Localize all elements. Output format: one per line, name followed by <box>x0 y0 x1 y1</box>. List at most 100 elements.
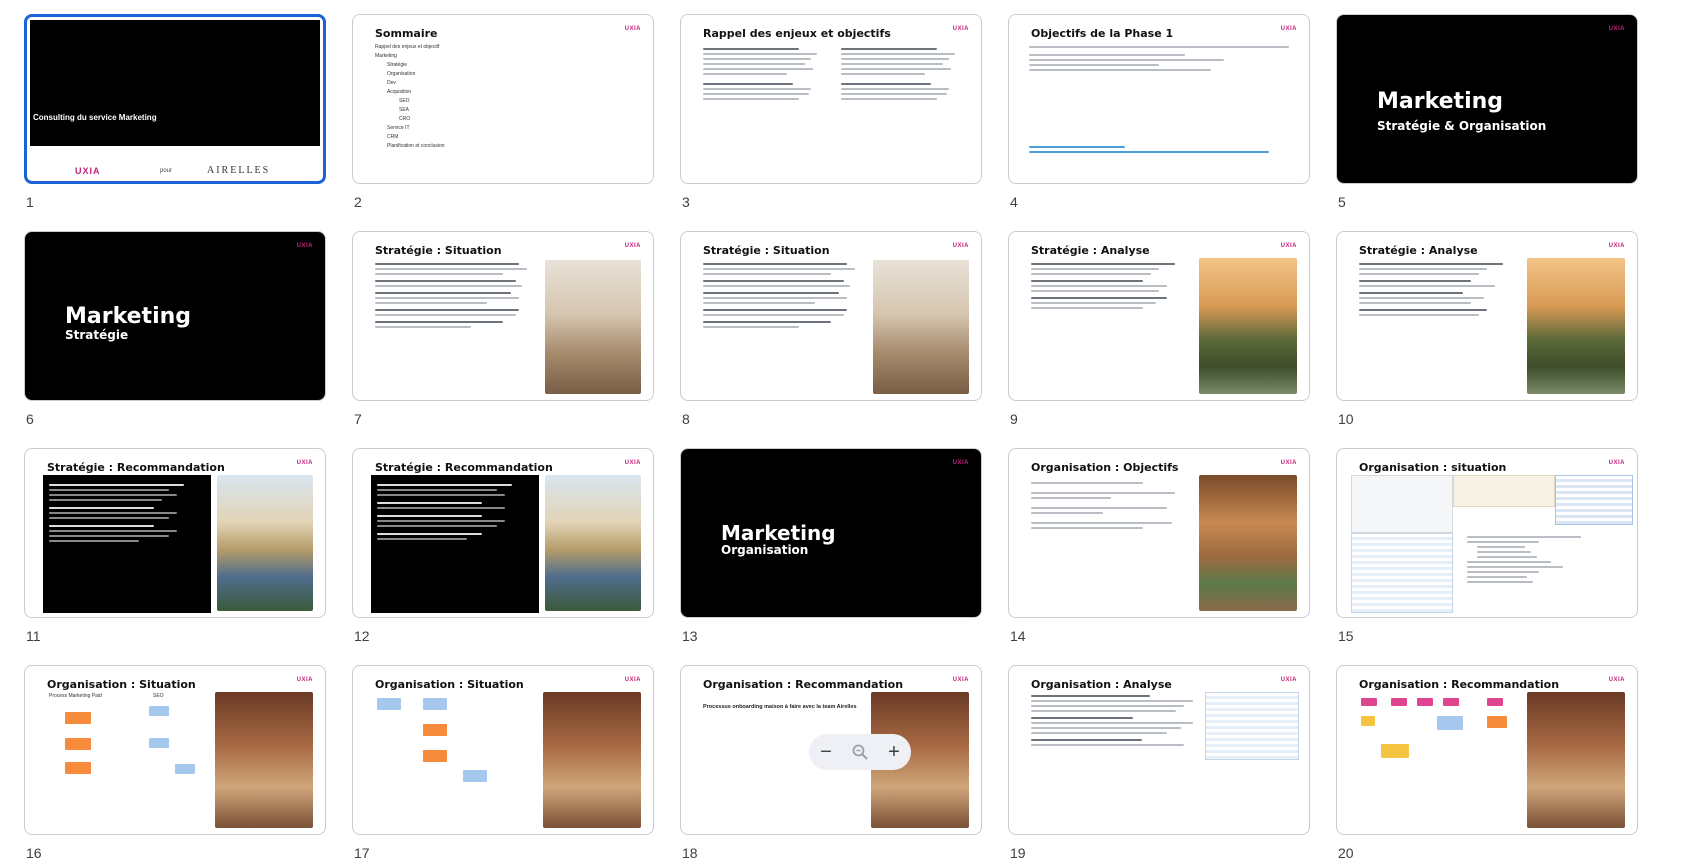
flow-box <box>149 706 169 716</box>
uxia-logo: UXIA <box>1280 26 1297 32</box>
uxia-logo: UXIA <box>296 677 313 683</box>
interior-photo <box>1199 475 1297 611</box>
text-block <box>1467 533 1587 586</box>
sommaire-item: Service IT <box>387 125 410 131</box>
slide-3-frame[interactable]: Rappel des enjeux et objectifs UXIA <box>680 14 982 184</box>
slide-5-frame[interactable]: UXIA Marketing Stratégie & Organisation <box>1336 14 1638 184</box>
text-block <box>1031 260 1191 312</box>
uxia-logo: UXIA <box>624 243 641 249</box>
slide-title: Stratégie : Situation <box>703 244 830 257</box>
flow-box <box>377 698 401 710</box>
recommendation-box <box>371 475 539 613</box>
uxia-logo: UXIA <box>624 26 641 32</box>
flow-box <box>1487 698 1503 706</box>
flow-box <box>423 724 447 736</box>
text-block <box>1029 43 1289 74</box>
uxia-logo: UXIA <box>952 26 969 32</box>
zoom-in-button[interactable]: + <box>881 739 907 765</box>
slide-8-frame[interactable]: Stratégie : Situation UXIA <box>680 231 982 401</box>
flow-box <box>1381 744 1409 758</box>
uxia-logo: UXIA <box>296 243 313 249</box>
spreadsheet-image <box>1555 475 1633 525</box>
chateau-photo <box>217 475 313 611</box>
flow-box <box>1437 716 1463 730</box>
sommaire-item: Rappel des enjeux et objectif <box>375 44 440 50</box>
slide-grid: Consulting du service Marketing UXIA pou… <box>0 0 1708 861</box>
section-title: Marketing <box>65 304 192 329</box>
org-chart-image <box>1351 475 1453 533</box>
flow-box <box>423 750 447 762</box>
sommaire-item: CRM <box>387 134 399 140</box>
slide-number: 3 <box>682 194 690 210</box>
slide-title: Organisation : Situation <box>375 678 524 691</box>
sommaire-item: Planification et conclusion <box>387 143 445 149</box>
slide-10-frame[interactable]: Stratégie : Analyse UXIA <box>1336 231 1638 401</box>
slide-number: 19 <box>1010 845 1026 861</box>
slide-7-frame[interactable]: Stratégie : Situation UXIA <box>352 231 654 401</box>
flow-box <box>463 770 487 782</box>
slide-number: 14 <box>1010 628 1026 644</box>
flow-box <box>149 738 169 748</box>
slide-number: 17 <box>354 845 370 861</box>
slide-14-frame[interactable]: Organisation : Objectifs UXIA <box>1008 448 1310 618</box>
slide-title: Organisation : Recommandation <box>1359 678 1560 691</box>
text-block <box>1031 479 1191 532</box>
slide-title: Sommaire <box>375 27 438 40</box>
slide-title: Organisation : Objectifs <box>1031 461 1179 474</box>
slide-title: Organisation : Situation <box>47 678 196 691</box>
slide-17-frame[interactable]: Organisation : Situation UXIA <box>352 665 654 835</box>
slide-title: Organisation : Analyse <box>1031 678 1172 691</box>
slide-1-frame[interactable]: Consulting du service Marketing UXIA pou… <box>24 14 326 184</box>
slide-number: 6 <box>26 411 34 427</box>
slide-title: Stratégie : Situation <box>375 244 502 257</box>
uxia-logo: UXIA <box>1608 460 1625 466</box>
recommendation-box <box>43 475 211 613</box>
slide-6-frame[interactable]: UXIA Marketing Stratégie <box>24 231 326 401</box>
flow-box <box>423 698 447 710</box>
flow-box <box>1361 698 1377 706</box>
slide-number: 9 <box>1010 411 1018 427</box>
slide-number: 5 <box>1338 194 1346 210</box>
slide-number: 18 <box>682 845 698 861</box>
flow-box <box>65 762 91 774</box>
sommaire-item: Marketing <box>375 53 397 59</box>
zoom-reset-button[interactable] <box>847 739 873 765</box>
slide-19-frame[interactable]: Organisation : Analyse UXIA <box>1008 665 1310 835</box>
slide-number: 11 <box>26 628 41 644</box>
section-subtitle: Stratégie & Organisation <box>1377 119 1547 133</box>
slide-1-title: Consulting du service Marketing <box>33 113 157 122</box>
text-block <box>1031 692 1201 749</box>
slide-11-frame[interactable]: Stratégie : Recommandation UXIA <box>24 448 326 618</box>
text-column-right <box>841 45 961 103</box>
zoom-out-button[interactable]: − <box>813 739 839 765</box>
slide-title: Objectifs de la Phase 1 <box>1031 27 1174 40</box>
slide-13-frame[interactable]: UXIA Marketing Organisation <box>680 448 982 618</box>
text-block <box>703 260 863 331</box>
interior-photo <box>543 692 641 828</box>
slide-9-frame[interactable]: Stratégie : Analyse UXIA <box>1008 231 1310 401</box>
uxia-logo: UXIA <box>296 460 313 466</box>
magnifier-icon <box>852 744 868 760</box>
slide-20-frame[interactable]: Organisation : Recommandation UXIA <box>1336 665 1638 835</box>
text-block <box>375 260 535 331</box>
airelles-logo: AIRELLES <box>207 165 271 176</box>
slide-16-frame[interactable]: Organisation : Situation UXIA Process Ma… <box>24 665 326 835</box>
section-subtitle: Organisation <box>721 543 809 557</box>
slide-15-frame[interactable]: Organisation : situation UXIA <box>1336 448 1638 618</box>
section-subtitle: Stratégie <box>65 328 129 342</box>
interior-photo <box>1527 692 1625 828</box>
flow-box <box>1487 716 1507 728</box>
slide-4-frame[interactable]: Objectifs de la Phase 1 UXIA <box>1008 14 1310 184</box>
slide-2-frame[interactable]: Sommaire UXIA Rappel des enjeux et objec… <box>352 14 654 184</box>
slide-number: 8 <box>682 411 690 427</box>
process-label: SEO <box>153 693 164 699</box>
links-block <box>1029 143 1269 156</box>
pour-label: pour <box>160 168 173 174</box>
uxia-logo: UXIA <box>1608 26 1625 32</box>
garden-photo <box>1199 258 1297 394</box>
flow-box <box>65 738 91 750</box>
slide-subtitle: Processus onboarding maison à faire avec… <box>703 704 857 710</box>
slide-number: 15 <box>1338 628 1354 644</box>
slide-12-frame[interactable]: Stratégie : Recommandation UXIA <box>352 448 654 618</box>
slide-number: 7 <box>354 411 362 427</box>
